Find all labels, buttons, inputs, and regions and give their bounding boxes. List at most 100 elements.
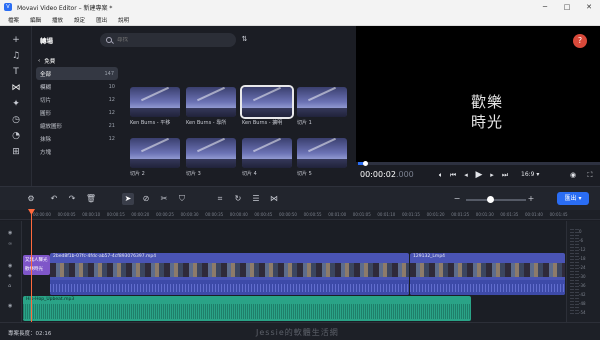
cut-icon[interactable]: ✂︎ [158, 193, 170, 205]
track-headers: ◉ ∞ ◉ ◈ ⌂ ◉ [0, 221, 22, 322]
audio-clip[interactable]: Hip-Hop_Upbeat.mp3 [23, 296, 471, 321]
level-label: -30 [579, 274, 586, 279]
level-label: -6 [579, 238, 583, 243]
lock-icon[interactable]: ⌂ [8, 283, 11, 289]
next-frame-icon[interactable]: ▸ [486, 170, 498, 180]
video-clip[interactable]: 2bed8f1b-07fc-4fdc-ab57-4cf893076397.mp4 [50, 253, 409, 295]
menu-export[interactable]: 匯出 [96, 16, 107, 24]
menu-edit[interactable]: 編輯 [30, 16, 41, 24]
zoom-slider-handle[interactable] [487, 196, 494, 203]
ruler-tick-label: 00:01:00 [328, 212, 347, 217]
redo-icon[interactable]: ↷ [66, 193, 78, 205]
category-blur[interactable]: 模糊 10 [32, 80, 122, 93]
export-button[interactable]: 匯出 ▾ [557, 192, 589, 205]
mute-icon[interactable]: ◈ [8, 273, 12, 279]
search-box[interactable] [100, 33, 236, 47]
clip-name: 129132_Lmp4 [413, 254, 446, 259]
filter-icon[interactable]: ⊞ [10, 146, 22, 158]
transition-tile[interactable] [297, 138, 347, 168]
fullscreen-icon[interactable]: ⛶ [584, 170, 596, 180]
ruler-tick-label: 00:01:10 [377, 212, 396, 217]
eye-icon[interactable]: ◉ [8, 263, 12, 269]
category-circle[interactable]: 圓形 12 [32, 106, 122, 119]
transition-tile[interactable] [130, 138, 180, 168]
magic-wand-icon[interactable]: ✦ [10, 98, 22, 110]
transition-insert-icon[interactable]: ⋈ [268, 193, 280, 205]
category-slices[interactable]: 切片 12 [32, 93, 122, 106]
rotate-icon[interactable]: ↻ [232, 193, 244, 205]
transition-icon[interactable]: ⋈ [10, 82, 22, 94]
help-icon[interactable]: ? [573, 34, 587, 48]
maximize-icon[interactable]: □ [556, 0, 578, 14]
menu-settings[interactable]: 設定 [74, 16, 85, 24]
search-input[interactable] [117, 37, 227, 43]
thumbnail [297, 87, 347, 117]
settings-sliders-icon[interactable]: ⚙︎ [25, 193, 37, 205]
eye-icon[interactable]: ◉ [8, 303, 12, 309]
eye-icon[interactable]: ◉ [8, 230, 12, 236]
search-icon [106, 37, 112, 43]
tile-label: Ken Burns - 擴明 [242, 120, 283, 126]
zoom-slider[interactable] [466, 199, 526, 201]
ruler-tick-label: 00:00:15 [106, 212, 125, 217]
title-clip[interactable]: 又無人聲光 歡樂時光 [23, 255, 50, 275]
transition-tile[interactable] [186, 87, 236, 117]
category-zoom[interactable]: 縮放圖形 21 [32, 119, 122, 132]
sort-filter-icon[interactable]: ⇅ [240, 35, 249, 44]
volume-icon[interactable]: 🔈︎ [435, 170, 447, 180]
transition-tile[interactable] [242, 138, 292, 168]
level-label: -42 [579, 292, 586, 297]
skip-back-icon[interactable]: ⏮︎ [447, 170, 459, 180]
playhead-line[interactable] [31, 210, 32, 322]
preview-scrubber-handle[interactable] [363, 161, 369, 166]
zoom-out-icon[interactable]: − [451, 193, 463, 205]
skip-forward-icon[interactable]: ⏭︎ [499, 170, 511, 180]
category-label: 方塊 [40, 149, 52, 156]
level-label: -48 [579, 301, 586, 306]
tool-rail: + ♫ T ⋈ ✦ ◷ ◔ ⊞ [0, 26, 32, 186]
thumbnail [130, 87, 180, 117]
category-header[interactable]: ‹ 免費 [32, 54, 122, 67]
ripple-icon[interactable]: ⊘ [140, 193, 152, 205]
adjust-icon[interactable]: ☰ [250, 193, 262, 205]
crop-icon[interactable]: ⌗ [214, 193, 226, 205]
category-all[interactable]: 全部 147 [36, 67, 118, 80]
category-label: 抹除 [40, 136, 52, 143]
delete-icon[interactable]: 🗑︎ [85, 193, 97, 205]
category-header-label: 免費 [44, 58, 56, 65]
close-icon[interactable]: ✕ [578, 0, 600, 14]
add-icon[interactable]: + [10, 34, 22, 46]
app-logo-icon: V [4, 3, 12, 11]
preview-progress-bar[interactable] [358, 162, 600, 165]
transition-tile[interactable] [186, 138, 236, 168]
clock-icon[interactable]: ◷ [10, 114, 22, 126]
aspect-ratio-select[interactable]: 16:9 ▾ [521, 171, 539, 178]
snapshot-icon[interactable]: ◉ [567, 170, 579, 180]
level-label: -54 [579, 310, 586, 315]
menu-file[interactable]: 檔案 [8, 16, 19, 24]
prev-frame-icon[interactable]: ◂ [460, 170, 472, 180]
marker-icon[interactable]: ⛉ [176, 193, 188, 205]
play-icon[interactable]: ▶︎ [473, 170, 485, 180]
ruler-tick-label: 00:00:05 [57, 212, 76, 217]
tile-label: 切片 1 [297, 120, 312, 126]
category-wipe[interactable]: 抹除 12 [32, 132, 122, 145]
category-blocks[interactable]: 方塊 [32, 145, 122, 158]
thumbnail [186, 87, 236, 117]
music-note-icon[interactable]: ♫ [10, 50, 22, 62]
video-clip[interactable]: 129132_Lmp4 [410, 253, 565, 295]
minimize-icon[interactable]: ─ [534, 0, 556, 14]
transition-tile-selected[interactable] [240, 85, 294, 119]
menu-play[interactable]: 播放 [52, 16, 63, 24]
transition-tile[interactable] [130, 87, 180, 117]
title-clip-line-1: 又無人聲光 [25, 258, 48, 263]
sticker-icon[interactable]: ◔ [10, 130, 22, 142]
pointer-icon[interactable]: ➤ [122, 193, 134, 205]
ruler-tick-label: 00:01:15 [402, 212, 420, 217]
zoom-in-icon[interactable]: + [525, 193, 537, 205]
transition-tile[interactable] [297, 87, 347, 117]
link-icon[interactable]: ∞ [8, 241, 12, 247]
menu-help[interactable]: 說明 [118, 16, 129, 24]
undo-icon[interactable]: ↶ [48, 193, 60, 205]
text-icon[interactable]: T [10, 66, 22, 78]
